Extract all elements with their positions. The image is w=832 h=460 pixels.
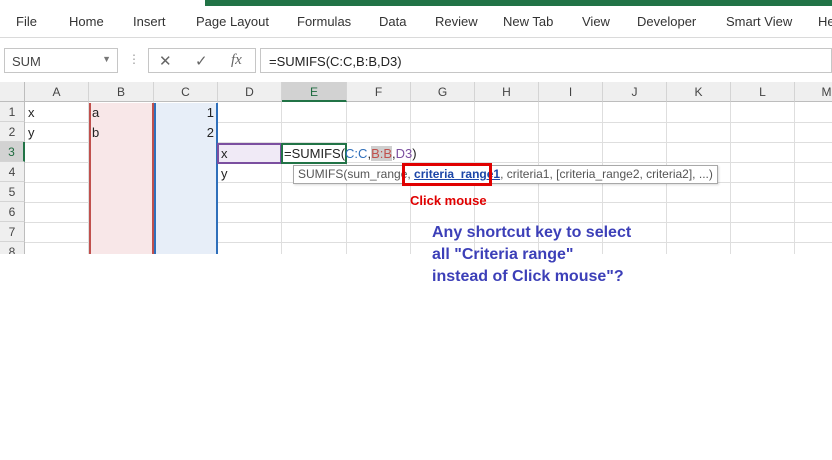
worksheet-grid[interactable]: A B C D E F G H I J K L M 1 2 3 4 5 6 7 … <box>0 82 832 254</box>
column-header-c[interactable]: C <box>154 82 218 102</box>
row-header-4[interactable]: 4 <box>0 162 25 182</box>
formula-ref-b: B:B <box>371 146 393 161</box>
grid-line <box>730 102 731 254</box>
row-header-1[interactable]: 1 <box>0 102 25 122</box>
formula-prefix: =SUMIFS( <box>284 146 346 161</box>
column-header-m[interactable]: M <box>795 82 832 102</box>
cell-c1[interactable]: 1 <box>154 103 214 123</box>
drag-handle-icon[interactable]: ⋮ <box>128 52 141 66</box>
formula-suffix: ) <box>412 146 417 161</box>
formula-ref-c: C:C <box>345 146 368 161</box>
tab-review[interactable]: Review <box>435 14 478 29</box>
cell-a2[interactable]: y <box>28 123 35 143</box>
tab-help[interactable]: He <box>818 14 832 29</box>
name-box-value: SUM <box>12 54 41 69</box>
in-cell-formula[interactable]: =SUMIFS(C:C,B:B,D3) <box>284 144 417 163</box>
formula-input[interactable]: =SUMIFS(C:C,B:B,D3) <box>260 48 832 73</box>
cancel-icon[interactable]: ✕ <box>159 52 172 70</box>
formula-text: =SUMIFS(C:C,B:B,D3) <box>269 54 402 69</box>
tab-page-layout[interactable]: Page Layout <box>196 14 269 29</box>
tab-smart-view[interactable]: Smart View <box>726 14 792 29</box>
insert-function-icon[interactable]: fx <box>231 52 242 69</box>
cell-b1[interactable]: a <box>92 103 99 123</box>
row-header-6[interactable]: 6 <box>0 202 25 222</box>
tab-developer[interactable]: Developer <box>637 14 696 29</box>
column-header-l[interactable]: L <box>731 82 795 102</box>
cell-c2[interactable]: 2 <box>154 123 214 143</box>
cell-d3[interactable]: x <box>221 144 228 164</box>
cell-a1[interactable]: x <box>28 103 35 123</box>
tooltip-suffix: , criteria1, [criteria_range2, criteria2… <box>500 167 713 181</box>
row-header-8[interactable]: 8 <box>0 242 25 254</box>
tab-home[interactable]: Home <box>69 14 104 29</box>
formula-ref-d: D3 <box>395 146 413 161</box>
cell-d4[interactable]: y <box>221 164 228 184</box>
column-header-a[interactable]: A <box>25 82 89 102</box>
name-box[interactable]: SUM ▼ <box>4 48 118 73</box>
formula-bar: SUM ▼ ⋮ ✕ ✓ fx =SUMIFS(C:C,B:B,D3) <box>0 44 832 77</box>
column-header-b[interactable]: B <box>89 82 154 102</box>
row-header-5[interactable]: 5 <box>0 182 25 202</box>
annotation-question-line: instead of Click mouse"? <box>432 268 624 285</box>
annotation-question: Any shortcut key to select all "Criteria… <box>432 222 631 288</box>
tab-file[interactable]: File <box>16 14 37 29</box>
tab-view[interactable]: View <box>582 14 610 29</box>
grid-line <box>794 102 795 254</box>
enter-icon[interactable]: ✓ <box>195 52 208 70</box>
column-header-f[interactable]: F <box>347 82 411 102</box>
tooltip-prefix: SUMIFS(sum_range, <box>298 167 415 181</box>
row-header-3[interactable]: 3 <box>0 142 25 162</box>
column-header-k[interactable]: K <box>667 82 731 102</box>
tab-data[interactable]: Data <box>379 14 406 29</box>
tab-formulas[interactable]: Formulas <box>297 14 351 29</box>
row-header-2[interactable]: 2 <box>0 122 25 142</box>
column-header-g[interactable]: G <box>411 82 475 102</box>
column-header-j[interactable]: J <box>603 82 667 102</box>
annotation-question-line: all "Criteria range" <box>432 246 574 263</box>
annotation-question-line: Any shortcut key to select <box>432 224 632 241</box>
column-header-d[interactable]: D <box>218 82 282 102</box>
select-all-corner[interactable] <box>0 82 25 102</box>
formula-actions: ✕ ✓ fx <box>148 48 256 73</box>
column-header-e[interactable]: E <box>282 82 347 102</box>
tab-insert[interactable]: Insert <box>133 14 166 29</box>
ribbon-tabs: File Home Insert Page Layout Formulas Da… <box>0 6 832 38</box>
grid-line <box>281 102 282 254</box>
tab-new-tab[interactable]: New Tab <box>503 14 553 29</box>
column-header-h[interactable]: H <box>475 82 539 102</box>
chevron-down-icon[interactable]: ▼ <box>102 54 111 64</box>
row-header-7[interactable]: 7 <box>0 222 25 242</box>
function-tooltip: SUMIFS(sum_range, criteria_range1, crite… <box>293 165 718 184</box>
annotation-highlight-box <box>402 163 492 186</box>
column-header-i[interactable]: I <box>539 82 603 102</box>
cell-b2[interactable]: b <box>92 123 99 143</box>
annotation-click-mouse: Click mouse <box>410 193 487 208</box>
